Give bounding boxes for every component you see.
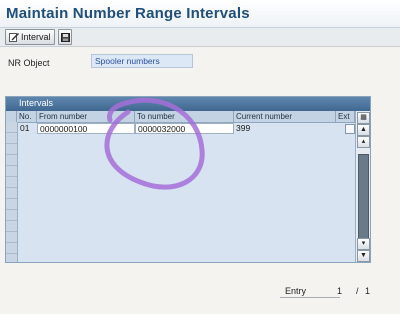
entry-underline: [280, 297, 340, 298]
interval-button-label: Interval: [21, 32, 51, 42]
col-header-from[interactable]: From number: [37, 111, 135, 122]
intervals-title-text: Intervals: [19, 98, 54, 108]
intervals-table-title: Intervals: [6, 97, 370, 111]
row-selector[interactable]: [6, 188, 17, 199]
scroll-up-icon[interactable]: ▴: [357, 136, 370, 148]
row-selector[interactable]: [6, 243, 17, 254]
nr-object-label: NR Object: [8, 58, 50, 68]
application-toolbar: Interval: [0, 28, 400, 47]
intervals-table: Intervals No. From number To number Curr…: [5, 96, 371, 263]
row-selector-column: [6, 122, 18, 262]
row-selector[interactable]: [6, 133, 17, 144]
table-settings-icon[interactable]: ▦: [357, 112, 370, 124]
scroll-bottom-icon[interactable]: ▼: [357, 250, 370, 262]
interval-no-cell: 01: [20, 123, 30, 133]
to-number-input[interactable]: 0000032000: [135, 123, 234, 134]
table-row: 01 0000000100 0000032000 399: [17, 123, 355, 135]
entry-separator: /: [356, 286, 359, 296]
nr-object-field: Spooler numbers: [91, 54, 193, 68]
scroll-down-icon[interactable]: ▾: [357, 238, 370, 250]
col-header-ext[interactable]: Ext: [336, 111, 355, 122]
entry-label: Entry: [285, 286, 307, 296]
table-header: No. From number To number Current number…: [6, 111, 370, 123]
select-all-header[interactable]: [6, 111, 17, 122]
scroll-top-icon[interactable]: ▲: [357, 124, 370, 136]
col-header-current[interactable]: Current number: [234, 111, 336, 122]
row-selector[interactable]: [6, 166, 17, 177]
row-selector[interactable]: [6, 155, 17, 166]
scrollbar-thumb[interactable]: [358, 154, 369, 248]
row-selector[interactable]: [6, 177, 17, 188]
from-number-input[interactable]: 0000000100: [37, 123, 135, 134]
save-button[interactable]: [58, 29, 72, 45]
vertical-scrollbar[interactable]: ▦ ▲ ▴ ▾ ▼: [355, 111, 370, 262]
row-selector[interactable]: [6, 144, 17, 155]
entry-current: 1: [337, 286, 343, 296]
row-selector[interactable]: [6, 210, 17, 221]
ext-checkbox[interactable]: [345, 124, 355, 134]
col-header-no[interactable]: No.: [17, 111, 37, 122]
interval-button[interactable]: Interval: [5, 29, 55, 45]
save-icon: [60, 32, 70, 42]
row-selector[interactable]: [6, 122, 17, 133]
title-bar: Maintain Number Range Intervals: [0, 0, 400, 28]
row-selector[interactable]: [6, 199, 17, 210]
row-selector[interactable]: [6, 232, 17, 243]
edit-icon: [9, 32, 19, 42]
current-number-cell: 399: [236, 123, 251, 133]
entry-total: 1: [365, 286, 371, 296]
col-header-to[interactable]: To number: [135, 111, 234, 122]
row-selector[interactable]: [6, 221, 17, 232]
window-title: Maintain Number Range Intervals: [6, 5, 250, 22]
